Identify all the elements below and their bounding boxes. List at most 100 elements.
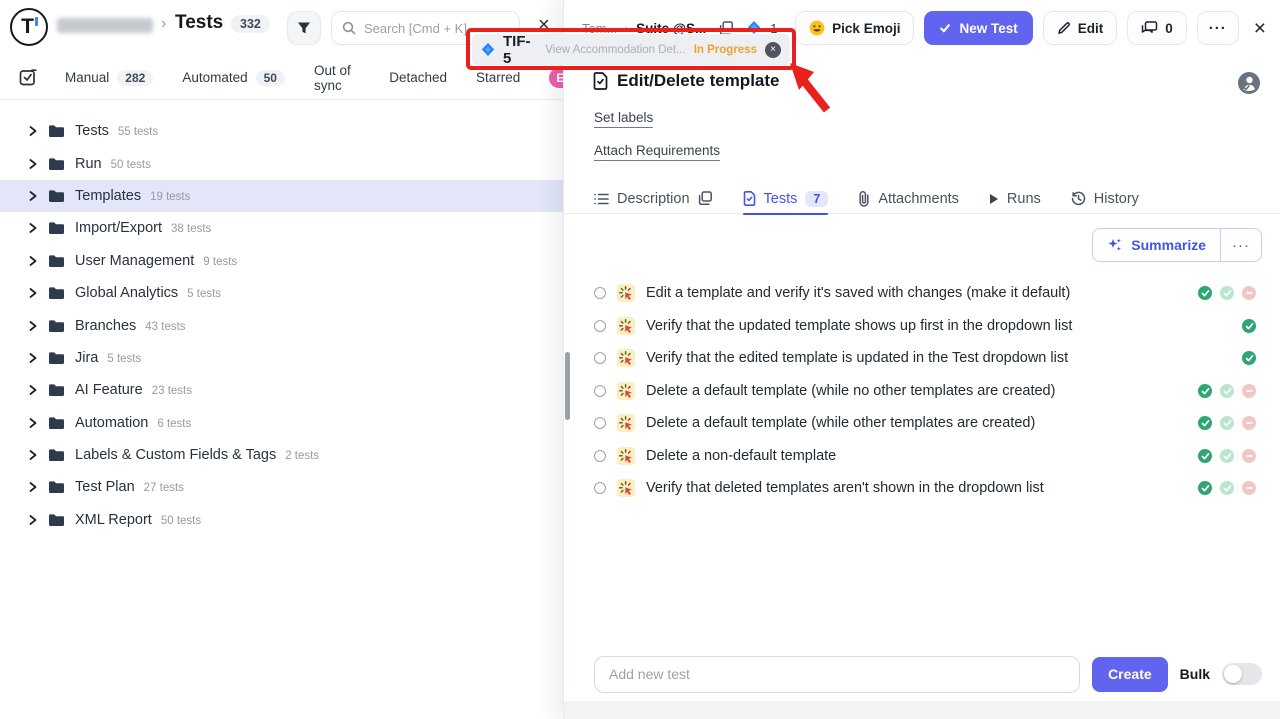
test-status-circle[interactable] [594, 287, 606, 299]
test-status-circle[interactable] [594, 352, 606, 364]
issue-key[interactable]: TIF-5 [503, 33, 537, 67]
sidebar-item-ai-feature[interactable]: AI Feature23 tests [0, 374, 563, 406]
test-status-circle[interactable] [594, 417, 606, 429]
status-passed-icon[interactable] [1198, 416, 1212, 430]
sidebar-item-tests[interactable]: Tests55 tests [0, 115, 563, 147]
status-passed-icon[interactable] [1242, 319, 1256, 333]
copy-icon[interactable] [698, 191, 713, 206]
test-row[interactable]: Delete a default template (while other t… [594, 407, 1256, 440]
sidebar-item-import-export[interactable]: Import/Export38 tests [0, 212, 563, 244]
status-failed-muted-icon[interactable] [1242, 416, 1256, 430]
status-failed-muted-icon[interactable] [1242, 384, 1256, 398]
filter-starred[interactable]: Starred [476, 70, 520, 85]
test-status-circle[interactable] [594, 450, 606, 462]
tab-history[interactable]: History [1071, 184, 1139, 214]
test-count: 50 tests [161, 515, 201, 527]
summarize-button[interactable]: Summarize [1093, 229, 1220, 261]
comments-button[interactable]: 0 [1127, 11, 1187, 45]
filter-out-of-sync[interactable]: Out of sync [314, 63, 360, 93]
sparkles-icon [1107, 237, 1123, 253]
sidebar-item-automation[interactable]: Automation6 tests [0, 407, 563, 439]
sidebar-item-labels-custom-fields-tags[interactable]: Labels & Custom Fields & Tags2 tests [0, 439, 563, 471]
tab-attachments[interactable]: Attachments [858, 184, 959, 214]
bulk-check-icon[interactable] [19, 68, 38, 87]
chevron-right-icon[interactable] [29, 223, 37, 233]
chevron-right-icon[interactable] [29, 321, 37, 331]
sidebar-item-xml-report[interactable]: XML Report50 tests [0, 504, 563, 536]
test-count: 50 tests [111, 159, 151, 171]
status-passed-icon[interactable] [1198, 384, 1212, 398]
sidebar-item-branches[interactable]: Branches43 tests [0, 309, 563, 341]
pick-emoji-button[interactable]: Pick Emoji [795, 11, 914, 45]
scrollbar-thumb[interactable] [565, 352, 570, 420]
folder-icon [48, 448, 65, 462]
chevron-right-icon[interactable] [29, 288, 37, 298]
panel-close-icon[interactable]: × [1254, 18, 1266, 39]
sidebar-item-templates[interactable]: Templates19 tests [0, 180, 563, 212]
edit-button[interactable]: Edit [1043, 11, 1118, 45]
status-passed-muted-icon[interactable] [1220, 384, 1234, 398]
chevron-right-icon[interactable] [29, 385, 37, 395]
tab-runs[interactable]: Runs [989, 184, 1041, 214]
sidebar-item-global-analytics[interactable]: Global Analytics5 tests [0, 277, 563, 309]
test-count: 38 tests [171, 223, 211, 235]
remove-issue-icon[interactable]: × [765, 42, 781, 58]
tab-tests[interactable]: Tests 7 [743, 184, 829, 214]
test-row[interactable]: Edit a template and verify it's saved wi… [594, 277, 1256, 310]
create-button[interactable]: Create [1092, 657, 1168, 692]
test-row[interactable]: Verify that deleted templates aren't sho… [594, 472, 1256, 505]
tab-description[interactable]: Description [594, 184, 713, 214]
sidebar-item-run[interactable]: Run50 tests [0, 147, 563, 179]
chevron-right-icon[interactable] [29, 126, 37, 136]
chevron-right-icon[interactable] [29, 159, 37, 169]
more-options-button[interactable]: ··· [1197, 11, 1239, 45]
test-row[interactable]: Delete a default template (while no othe… [594, 375, 1256, 408]
status-failed-muted-icon[interactable] [1242, 449, 1256, 463]
sidebar-item-test-plan[interactable]: Test Plan27 tests [0, 471, 563, 503]
test-status-circle[interactable] [594, 482, 606, 494]
summarize-more-button[interactable]: ··· [1221, 229, 1261, 261]
chevron-right-icon[interactable] [29, 418, 37, 428]
sidebar-item-jira[interactable]: Jira5 tests [0, 342, 563, 374]
chevron-right-icon[interactable] [29, 191, 37, 201]
test-status-circle[interactable] [594, 385, 606, 397]
status-failed-muted-icon[interactable] [1242, 286, 1256, 300]
test-status-circle[interactable] [594, 320, 606, 332]
linked-issue-chip[interactable]: TIF-5 View Accommodation Det... In Progr… [472, 34, 790, 65]
chevron-right-icon[interactable] [29, 515, 37, 525]
filter-detached[interactable]: Detached [389, 70, 447, 85]
filter-automated[interactable]: Automated50 [182, 70, 285, 86]
chevron-right-icon[interactable] [29, 482, 37, 492]
test-row[interactable]: Verify that the updated template shows u… [594, 310, 1256, 343]
jira-diamond-icon[interactable] [747, 21, 761, 35]
new-test-button[interactable]: New Test [924, 11, 1032, 45]
status-passed-icon[interactable] [1198, 481, 1212, 495]
status-passed-icon[interactable] [1198, 449, 1212, 463]
attach-requirements-link[interactable]: Attach Requirements [594, 143, 720, 161]
filter-manual[interactable]: Manual282 [65, 70, 153, 86]
smiley-emoji-icon [809, 20, 825, 36]
status-passed-muted-icon[interactable] [1220, 449, 1234, 463]
status-passed-muted-icon[interactable] [1220, 286, 1234, 300]
chevron-right-icon[interactable] [29, 256, 37, 266]
set-labels-link[interactable]: Set labels [594, 110, 653, 128]
filter-button[interactable] [287, 11, 321, 45]
status-passed-muted-icon[interactable] [1220, 416, 1234, 430]
chevron-right-icon[interactable] [29, 353, 37, 363]
document-check-icon [743, 191, 756, 206]
status-passed-muted-icon[interactable] [1220, 481, 1234, 495]
assignee-avatar[interactable] [1238, 72, 1260, 94]
add-new-test-input[interactable] [594, 656, 1080, 693]
status-passed-icon[interactable] [1242, 351, 1256, 365]
app-logo[interactable]: T [10, 8, 48, 46]
project-name-blurred[interactable] [57, 18, 153, 33]
chevron-right-icon[interactable] [29, 450, 37, 460]
status-failed-muted-icon[interactable] [1242, 481, 1256, 495]
app-root: T › Tests 332 × Manual282 Automated50 Ou… [0, 0, 1280, 719]
status-passed-icon[interactable] [1198, 286, 1212, 300]
folder-icon [48, 189, 65, 203]
sidebar-item-user-management[interactable]: User Management9 tests [0, 245, 563, 277]
test-row[interactable]: Verify that the edited template is updat… [594, 342, 1256, 375]
test-row[interactable]: Delete a non-default template [594, 440, 1256, 473]
bulk-toggle[interactable] [1222, 663, 1262, 685]
